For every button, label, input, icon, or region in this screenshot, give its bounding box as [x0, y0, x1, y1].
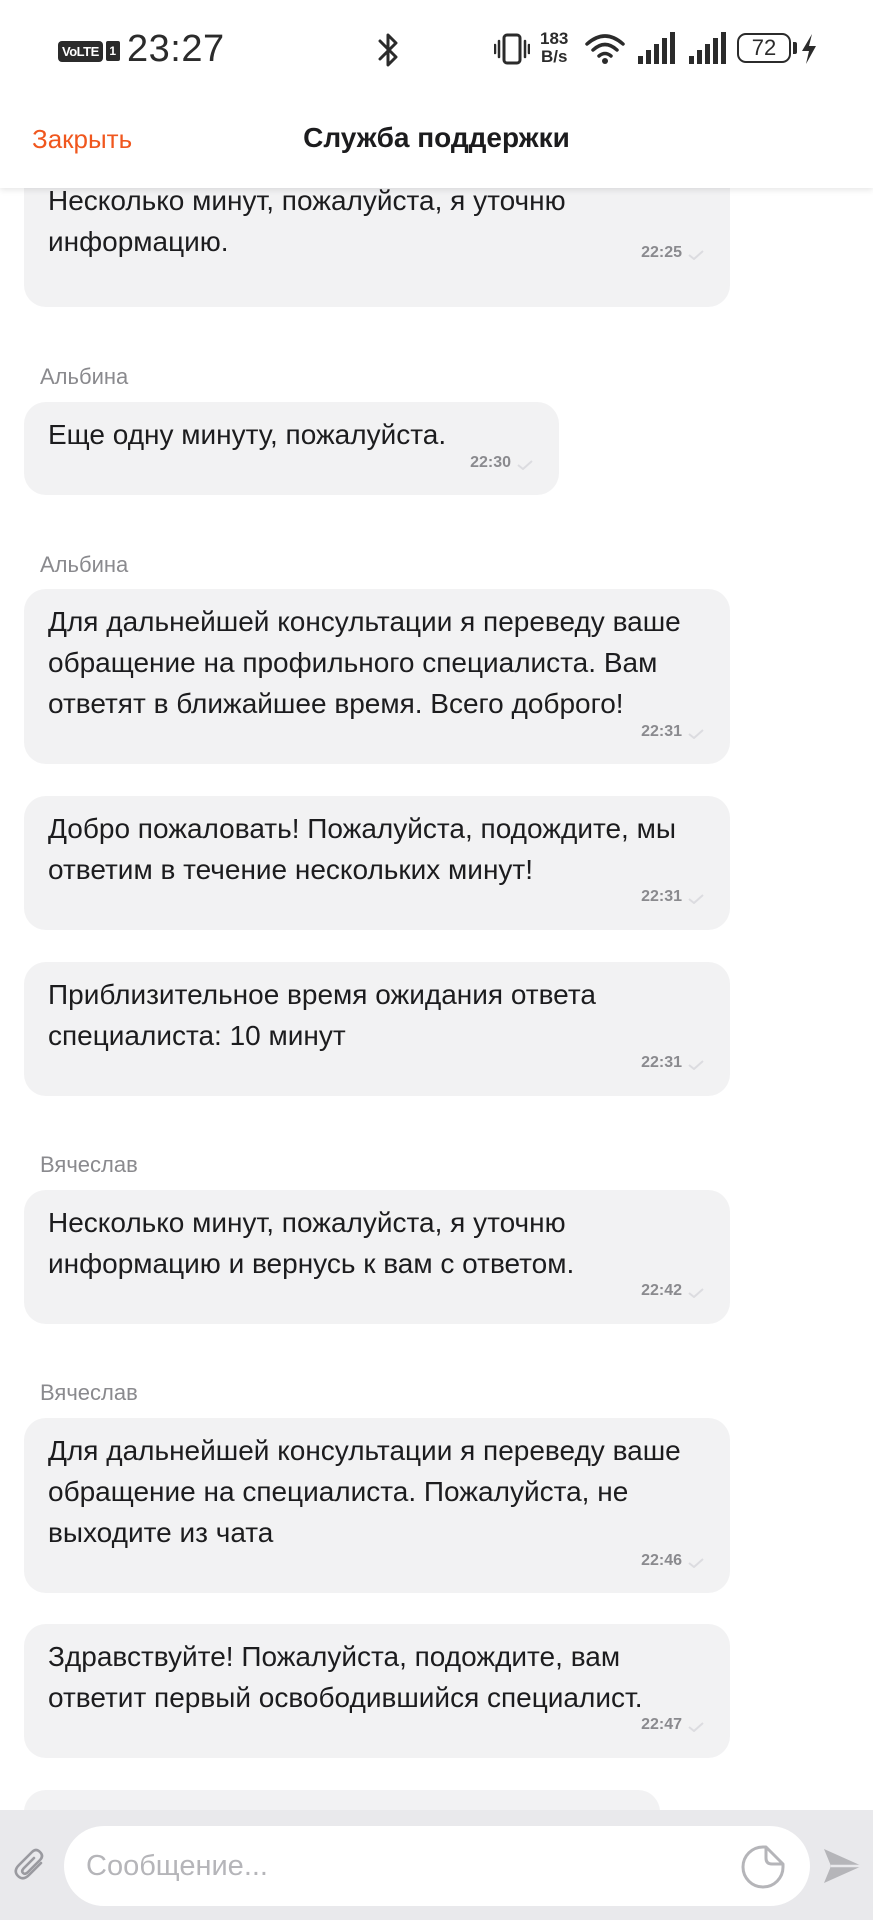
check-icon: [688, 1060, 704, 1070]
sender-name: Вячеслав: [40, 1380, 138, 1405]
check-icon: [688, 729, 704, 739]
message-composer: [0, 1810, 873, 1920]
signal-icon-2: [689, 32, 726, 64]
check-icon: [688, 1558, 704, 1568]
battery-level: 72: [751, 35, 777, 60]
status-time: 23:27: [127, 28, 225, 70]
sender-name: Альбина: [40, 552, 129, 577]
message-time: 22:25: [641, 244, 682, 261]
message-time: 22:47: [641, 1716, 682, 1733]
sender-name: Альбина: [40, 364, 129, 389]
message-text: Еще одну минуту, пожалуйста.: [48, 419, 447, 450]
message-bubble: Для дальнейшей консультации я переведу в…: [24, 589, 730, 764]
page-title: Служба поддержки: [303, 122, 570, 153]
support-chat-screen: VoLTE 1 23:27 183 B/s 72 Закрыть Служба …: [0, 0, 873, 1920]
volte-label: VoLTE: [58, 40, 103, 62]
message-text: Для дальнейшей консультации я переведу в…: [48, 1435, 681, 1548]
sticker-icon[interactable]: [740, 1844, 786, 1890]
network-speed-value: 183: [540, 29, 569, 48]
message-text: Здравствуйте! Пожалуйста, подождите, вам…: [48, 1641, 643, 1713]
message-bubble: Приблизительное время ожидания ответа сп…: [24, 962, 730, 1096]
message-text: Приблизительное время ожидания ответа сп…: [48, 979, 596, 1051]
check-icon: [688, 1722, 704, 1732]
message-time: 22:46: [641, 1552, 682, 1569]
vibrate-icon: [494, 33, 530, 65]
battery-indicator: 72: [737, 33, 791, 63]
sim-number: 1: [105, 41, 120, 61]
network-speed-unit: B/s: [540, 47, 568, 66]
message-time: 22:31: [641, 1054, 682, 1071]
charging-icon: [802, 34, 816, 64]
message-input[interactable]: [64, 1826, 810, 1906]
message-bubble-partial: [24, 1790, 660, 1810]
message-bubble: Для дальнейшей консультации я переведу в…: [24, 1418, 730, 1593]
check-icon: [688, 1288, 704, 1298]
network-speed: 183 B/s: [540, 30, 568, 66]
message-bubble: Здравствуйте! Пожалуйста, подождите, вам…: [24, 1624, 730, 1758]
message-text: Добро пожаловать! Пожалуйста, подождите,…: [48, 813, 676, 885]
message-time: 22:42: [641, 1282, 682, 1299]
sender-name: Вячеслав: [40, 1152, 138, 1177]
paperclip-icon[interactable]: [14, 1848, 48, 1882]
battery-tip: [793, 42, 797, 54]
message-bubble: Еще одну минуту, пожалуйста. 22:30: [24, 402, 559, 495]
message-bubble: Несколько минут, пожалуйста, я уточню ин…: [24, 1190, 730, 1324]
check-icon: [517, 460, 533, 470]
message-text: Несколько минут, пожалуйста, я уточню ин…: [48, 188, 566, 257]
wifi-icon: [585, 34, 625, 64]
bluetooth-icon: [378, 33, 398, 67]
check-icon: [688, 894, 704, 904]
message-text: Несколько минут, пожалуйста, я уточню ин…: [48, 1207, 575, 1279]
volte-indicator: VoLTE 1: [58, 38, 120, 64]
status-bar: VoLTE 1 23:27 183 B/s 72: [0, 0, 873, 100]
message-time: 22:31: [641, 888, 682, 905]
message-bubble: Добро пожаловать! Пожалуйста, подождите,…: [24, 796, 730, 930]
message-bubble: Несколько минут, пожалуйста, я уточню ин…: [24, 188, 730, 307]
chat-messages[interactable]: Несколько минут, пожалуйста, я уточню ин…: [0, 188, 873, 1810]
message-text: Для дальнейшей консультации я переведу в…: [48, 606, 681, 719]
message-time: 22:30: [470, 454, 511, 471]
send-icon[interactable]: [822, 1846, 864, 1886]
message-time: 22:31: [641, 723, 682, 740]
chat-header: Закрыть Служба поддержки: [0, 100, 873, 188]
check-icon: [688, 250, 704, 260]
signal-icon-1: [638, 32, 675, 64]
